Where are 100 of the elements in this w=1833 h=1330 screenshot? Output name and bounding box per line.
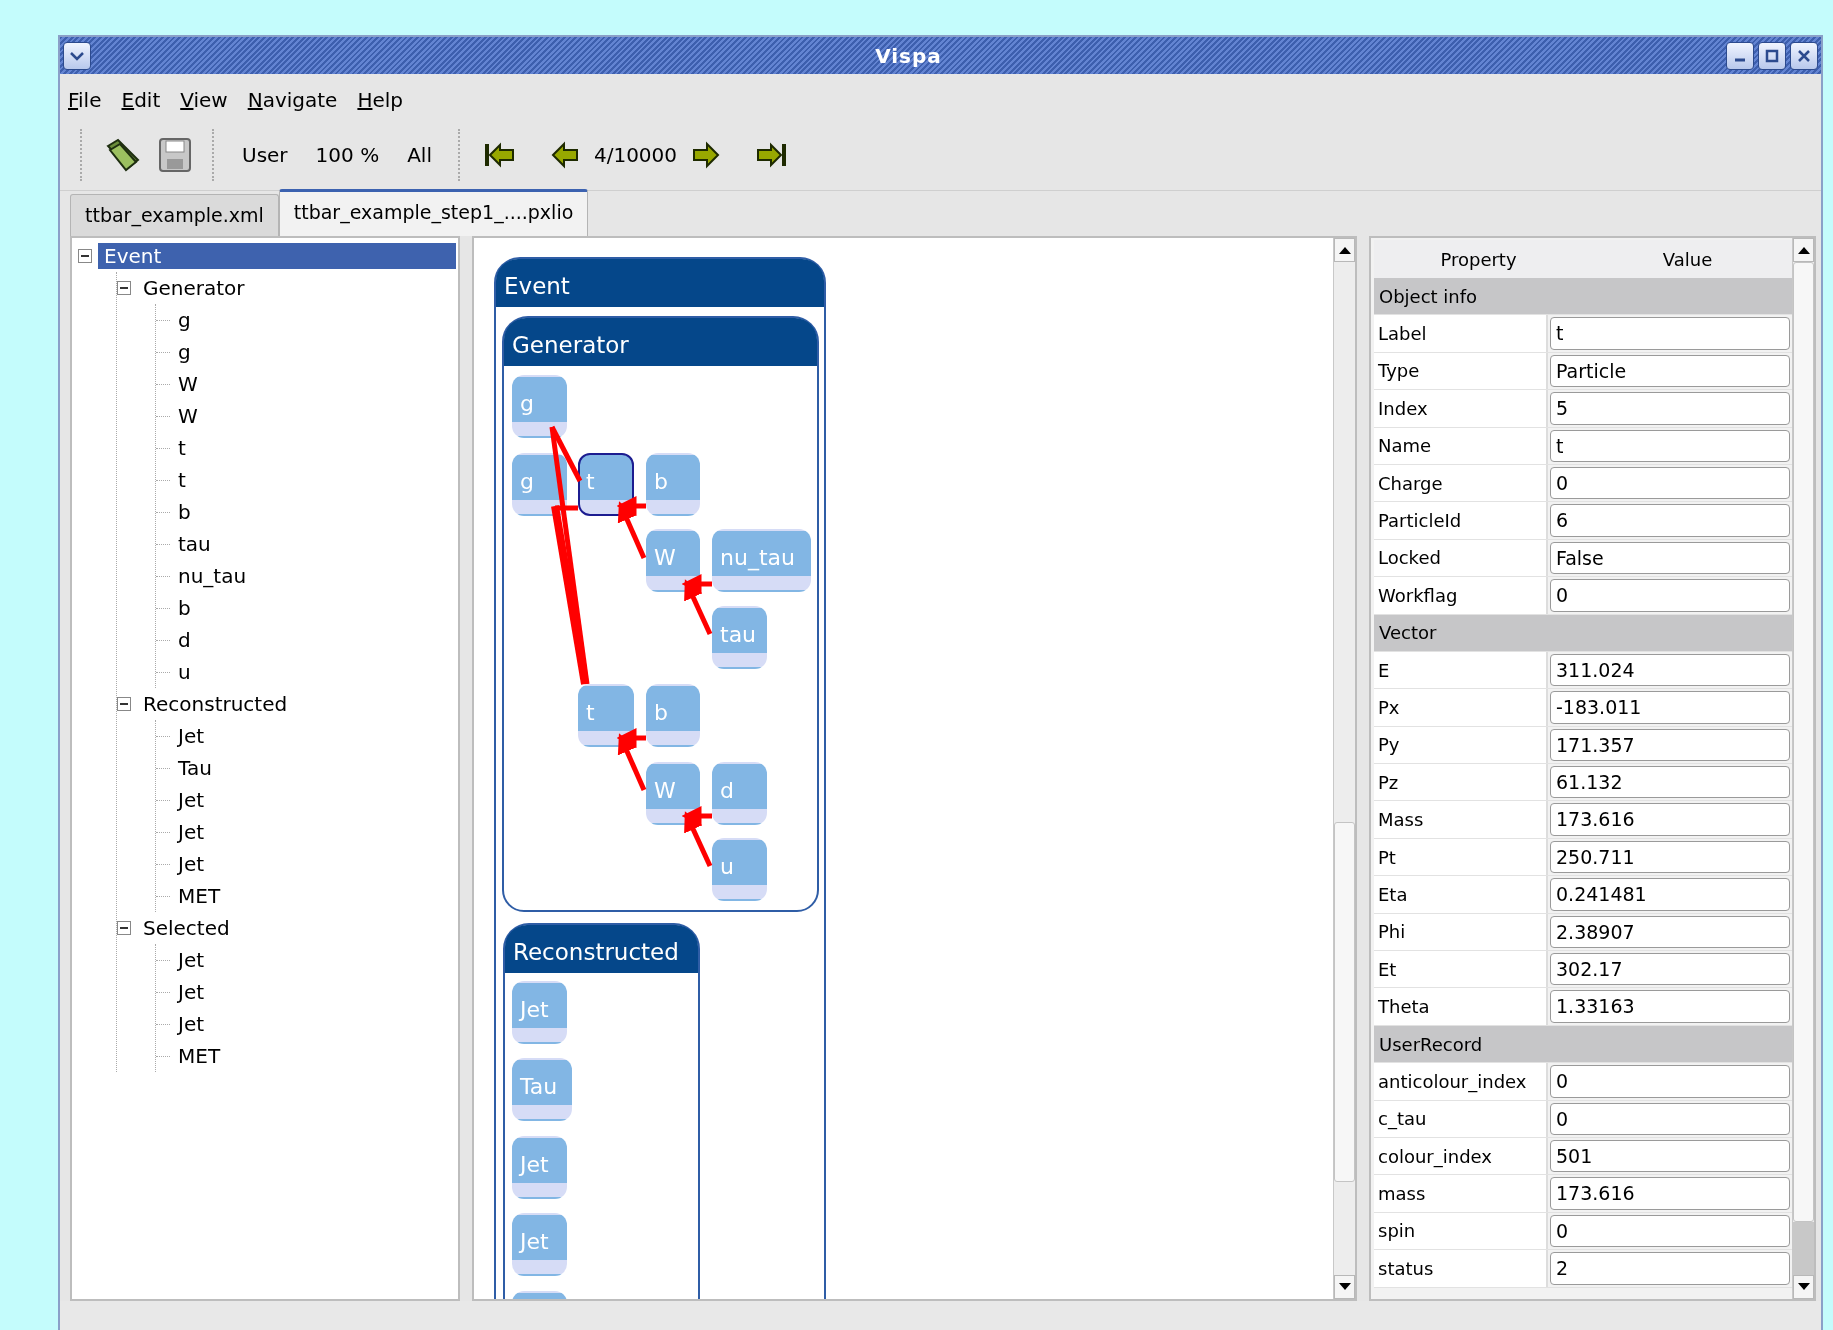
vertical-scrollbar[interactable] (1792, 238, 1814, 1299)
value-field[interactable]: 0 (1550, 466, 1790, 500)
collapse-icon[interactable] (78, 249, 92, 263)
column-header[interactable]: Property (1374, 245, 1583, 273)
tree-item[interactable]: W (172, 403, 204, 429)
value-field[interactable]: 0.241481 (1550, 878, 1790, 911)
tree-item[interactable]: d (172, 627, 197, 653)
property-name: Theta (1374, 988, 1548, 1025)
maximize-button[interactable] (1758, 41, 1786, 70)
tree-item[interactable]: u (172, 659, 197, 685)
property-name: Py (1374, 726, 1548, 764)
property-name: Mass (1374, 801, 1548, 838)
container-title: Event (496, 259, 824, 307)
value-field[interactable]: 61.132 (1550, 766, 1790, 799)
scroll-up-icon[interactable] (1797, 246, 1810, 254)
menu-item[interactable]: View (180, 84, 228, 115)
tree-item[interactable]: Selected (137, 915, 236, 941)
tree-item[interactable]: W (172, 371, 204, 397)
tree-item[interactable]: Jet (172, 819, 211, 845)
value-field[interactable]: 1.33163 (1550, 990, 1790, 1023)
tree-item[interactable]: Event (98, 243, 456, 269)
tree-item[interactable]: MET (172, 883, 227, 909)
tree-item[interactable]: g (172, 307, 197, 333)
value-field[interactable]: 0 (1550, 579, 1790, 612)
view-mode-label[interactable]: User (228, 139, 302, 170)
property-name: Index (1374, 390, 1548, 427)
value-field[interactable]: -183.011 (1550, 691, 1790, 724)
tree-item[interactable]: Generator (137, 275, 251, 301)
collapse-icon[interactable] (117, 921, 131, 935)
value-field[interactable]: 6 (1550, 504, 1790, 537)
scroll-down-icon[interactable] (1797, 1283, 1810, 1291)
tree-item[interactable]: b (172, 499, 197, 525)
section-header: UserRecord (1374, 1025, 1792, 1064)
tree-item[interactable]: Jet (172, 979, 211, 1005)
value-field[interactable]: 171.357 (1550, 728, 1790, 762)
window-title: Vispa (874, 42, 943, 70)
scroll-up-icon[interactable] (1338, 246, 1351, 254)
value-field[interactable]: 0 (1550, 1065, 1790, 1098)
tree-item[interactable]: tau (172, 531, 217, 557)
tree-item[interactable]: b (172, 595, 197, 621)
property-name: E (1374, 651, 1548, 689)
tree-item[interactable]: Jet (172, 851, 211, 877)
property-name: ParticleId (1374, 502, 1548, 539)
value-field[interactable]: Particle (1550, 354, 1790, 388)
property-name: colour_index (1374, 1138, 1548, 1175)
scroll-down-icon[interactable] (1338, 1283, 1351, 1291)
value-field[interactable]: 2 (1550, 1252, 1790, 1285)
value-field[interactable]: t (1550, 429, 1790, 462)
tree-item[interactable]: t (172, 467, 192, 493)
property-name: Locked (1374, 539, 1548, 577)
value-field[interactable]: 0 (1550, 1214, 1790, 1248)
minimize-button[interactable] (1726, 41, 1754, 70)
property-name: Workflag (1374, 577, 1548, 614)
filter-label[interactable]: All (393, 139, 446, 170)
tree-item[interactable]: Jet (172, 1011, 211, 1037)
property-name: status (1374, 1250, 1548, 1287)
collapse-icon[interactable] (117, 697, 131, 711)
property-name: Phi (1374, 913, 1548, 951)
value-field[interactable]: 5 (1550, 392, 1790, 425)
value-field[interactable]: 250.711 (1550, 840, 1790, 874)
vertical-scrollbar[interactable] (1333, 238, 1355, 1299)
value-field[interactable]: False (1550, 541, 1790, 575)
section-header: Vector (1374, 614, 1792, 652)
tree-item[interactable]: nu_tau (172, 563, 253, 589)
value-field[interactable]: 302.17 (1550, 953, 1790, 986)
tab[interactable]: ttbar_example_step1_....pxlio (278, 188, 589, 236)
tree-item[interactable]: Jet (172, 787, 211, 813)
value-field[interactable]: 0 (1550, 1102, 1790, 1135)
chevron-down-icon (69, 49, 85, 62)
value-field[interactable]: 2.38907 (1550, 915, 1790, 949)
menu-item[interactable]: Help (357, 84, 403, 115)
tree-item[interactable]: Jet (172, 947, 211, 973)
tree-item[interactable]: g (172, 339, 197, 365)
tree-item[interactable]: t (172, 435, 192, 461)
property-name: anticolour_index (1374, 1063, 1548, 1100)
tree-item[interactable]: Tau (172, 755, 218, 781)
value-field[interactable]: 501 (1550, 1140, 1790, 1173)
menu-item[interactable]: Edit (121, 84, 161, 115)
close-icon (1797, 48, 1811, 63)
container-title: Reconstructed (505, 925, 698, 973)
tab[interactable]: ttbar_example.xml (70, 193, 279, 236)
tree-item[interactable]: Jet (172, 723, 211, 749)
property-name: Type (1374, 352, 1548, 390)
column-header[interactable]: Value (1583, 245, 1792, 273)
tree-item[interactable]: MET (172, 1043, 227, 1069)
value-field[interactable]: 173.616 (1550, 1177, 1790, 1210)
value-field[interactable]: t (1550, 317, 1790, 350)
tree-item[interactable]: Reconstructed (137, 691, 294, 717)
window-menu-button[interactable] (63, 41, 91, 70)
close-button[interactable] (1790, 41, 1818, 70)
maximize-icon (1765, 48, 1779, 63)
property-name: Eta (1374, 876, 1548, 913)
value-field[interactable]: 173.616 (1550, 803, 1790, 836)
collapse-icon[interactable] (117, 281, 131, 295)
property-name: Charge (1374, 464, 1548, 502)
menu-item[interactable]: Navigate (247, 84, 338, 115)
value-field[interactable]: 311.024 (1550, 653, 1790, 687)
menu-item[interactable]: File (68, 84, 102, 115)
property-name: Pz (1374, 764, 1548, 801)
zoom-label[interactable]: 100 % (301, 139, 394, 170)
